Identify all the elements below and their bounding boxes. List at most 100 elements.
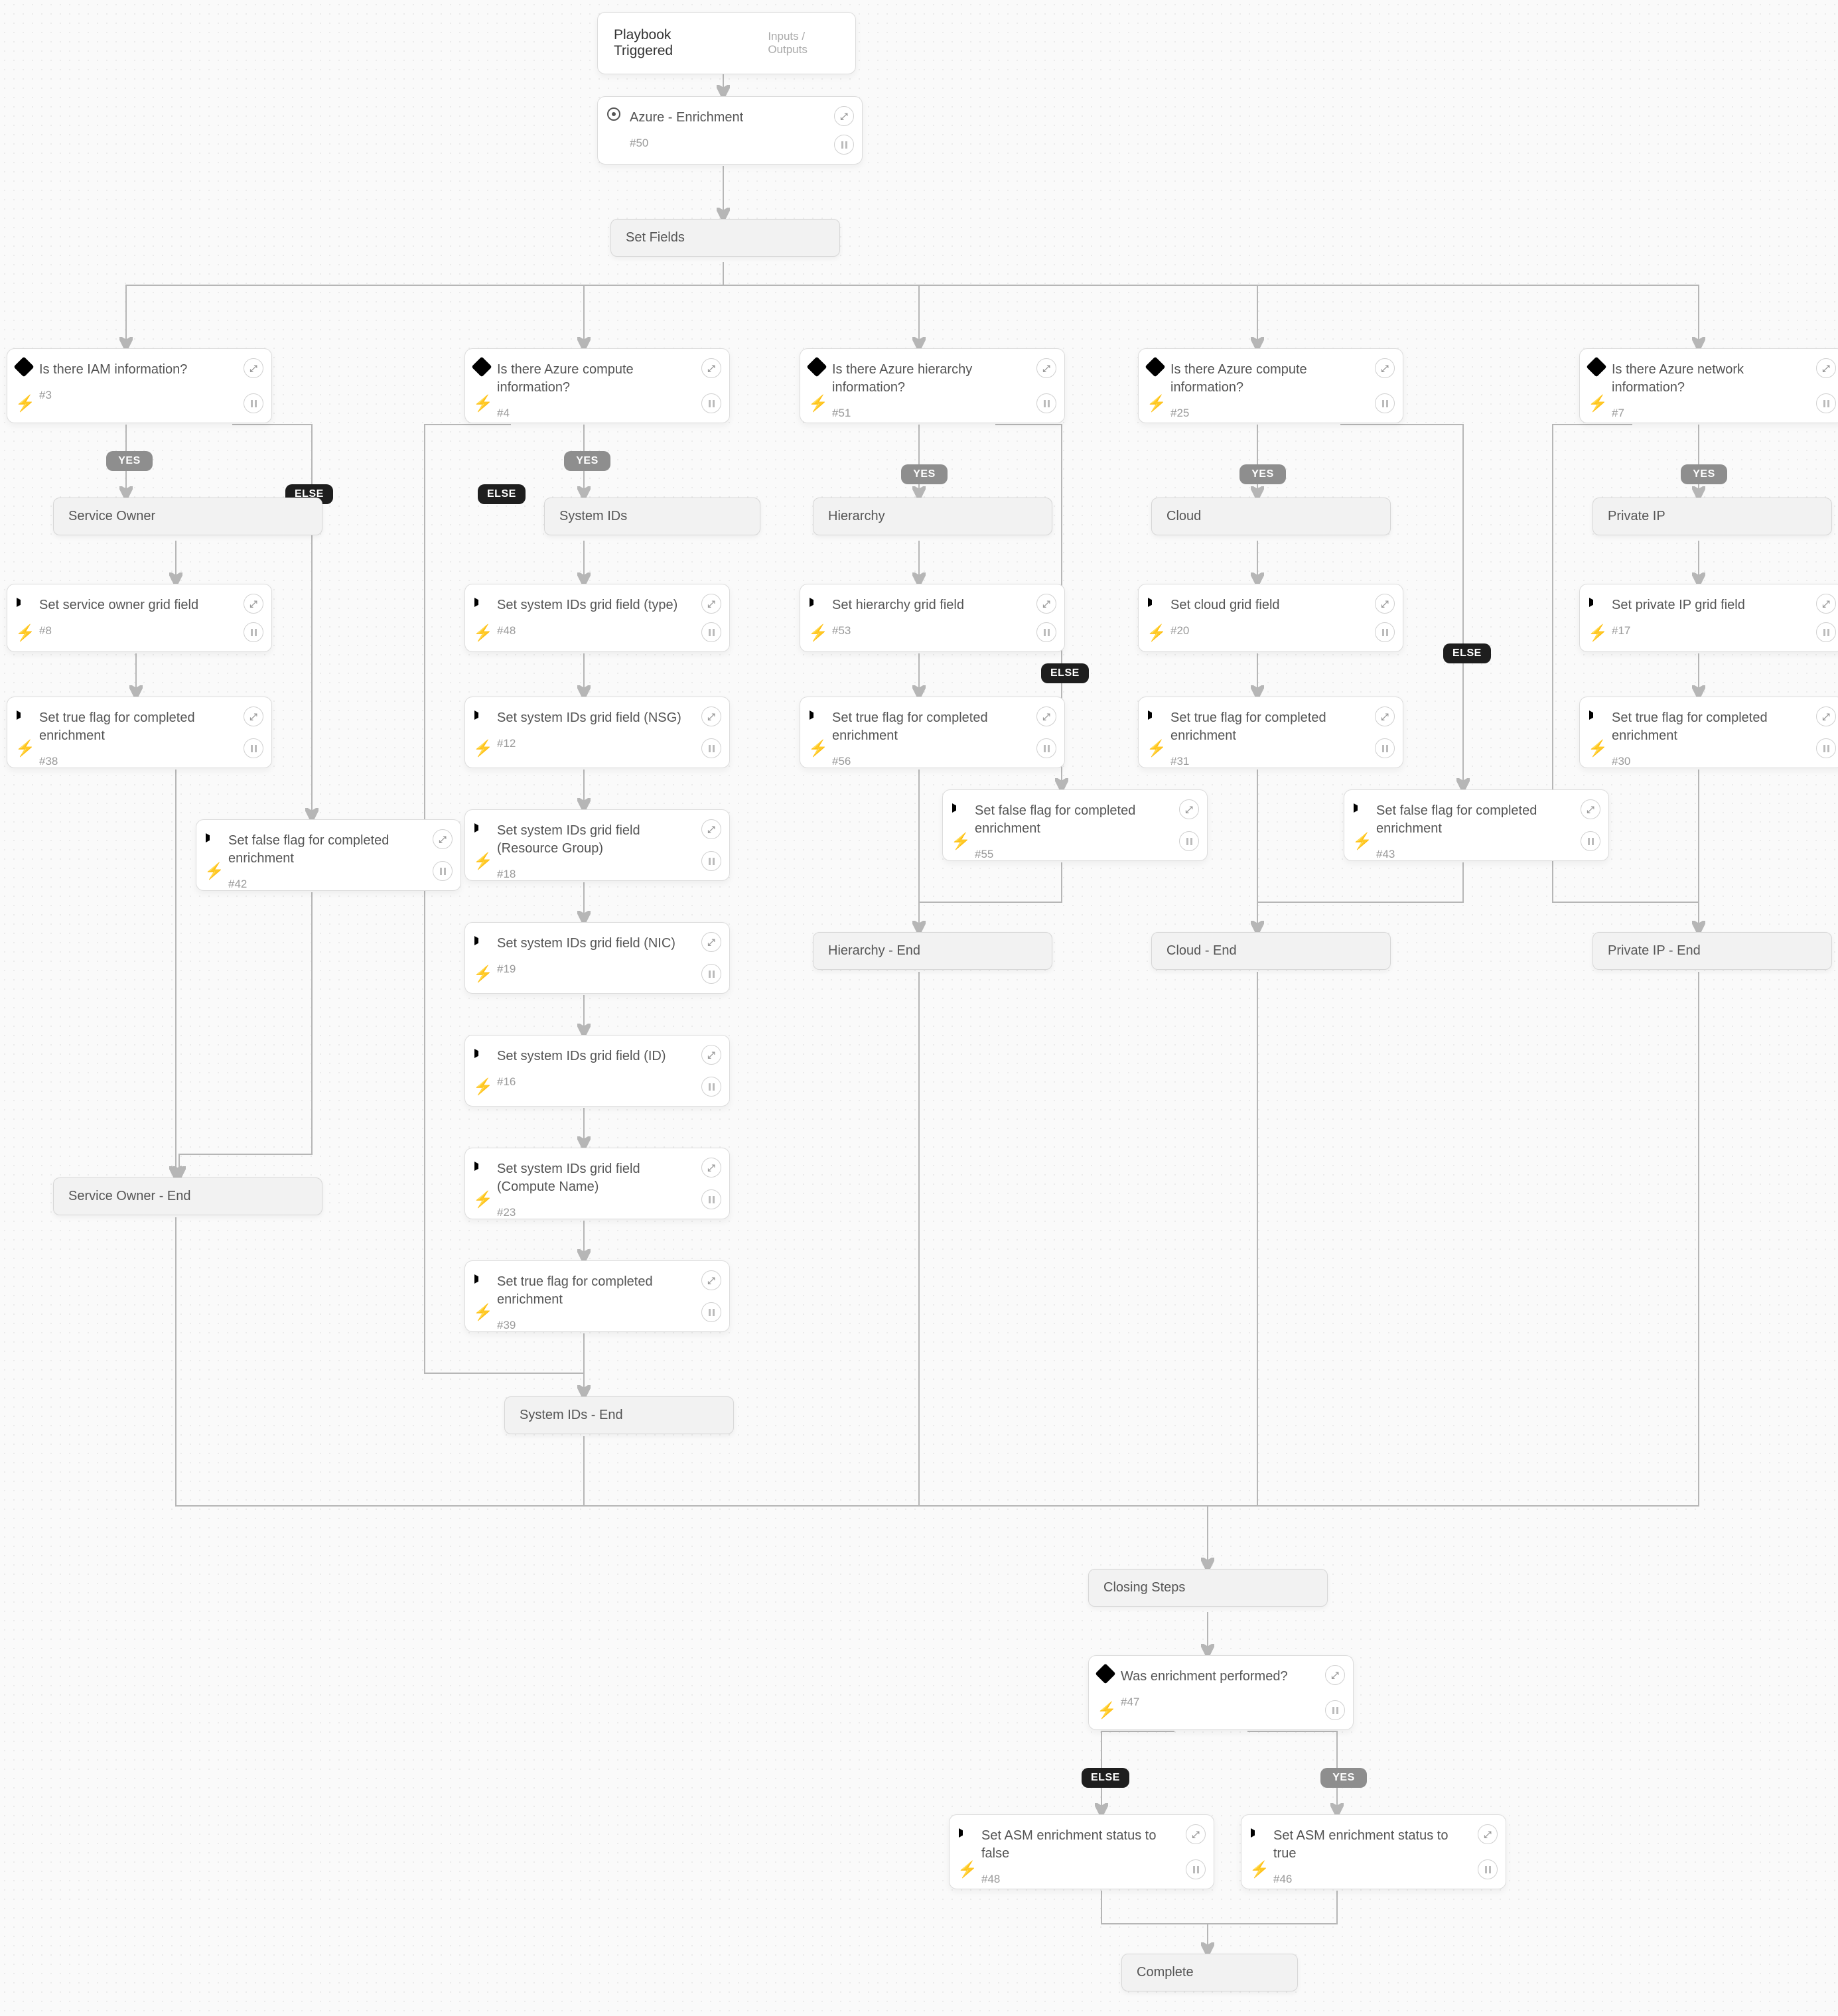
task-icon	[474, 1272, 489, 1286]
section-end-hierarchy[interactable]: Hierarchy - End	[813, 932, 1052, 970]
task-h-else[interactable]: Set false flag for completed enrichment …	[942, 789, 1208, 861]
pause-icon[interactable]	[1036, 393, 1056, 413]
expand-icon[interactable]: ⤢	[1478, 1824, 1498, 1844]
pause-icon[interactable]	[701, 1189, 721, 1209]
task-c2-0[interactable]: Set cloud grid field #20 ⤢	[1138, 584, 1403, 652]
expand-icon[interactable]: ⤢	[1375, 706, 1395, 726]
pause-icon[interactable]	[244, 393, 263, 413]
expand-icon[interactable]: ⤢	[1186, 1824, 1206, 1844]
expand-icon[interactable]: ⤢	[1816, 706, 1836, 726]
task-h-1[interactable]: Set true flag for completed enrichment #…	[800, 697, 1065, 768]
task-c1-1[interactable]: Set system IDs grid field (NSG) #12 ⤢	[464, 697, 730, 768]
pause-icon[interactable]	[1478, 1859, 1498, 1879]
pause-icon[interactable]	[1375, 622, 1395, 642]
task-iam-0[interactable]: Set service owner grid field #8 ⤢	[7, 584, 272, 652]
task-close-true[interactable]: Set ASM enrichment status to true #46 ⤢	[1241, 1814, 1506, 1889]
task-close-false[interactable]: Set ASM enrichment status to false #48 ⤢	[949, 1814, 1214, 1889]
section-private-ip[interactable]: Private IP	[1592, 498, 1832, 535]
expand-icon[interactable]: ⤢	[244, 706, 263, 726]
pause-icon[interactable]	[701, 964, 721, 984]
expand-icon[interactable]: ⤢	[1179, 799, 1199, 819]
bolt-icon	[474, 627, 488, 641]
expand-icon[interactable]: ⤢	[244, 358, 263, 378]
task-c1-3[interactable]: Set system IDs grid field (NIC) #19 ⤢	[464, 922, 730, 994]
task-c1-4[interactable]: Set system IDs grid field (ID) #16 ⤢	[464, 1035, 730, 1107]
trigger-card[interactable]: Playbook Triggered Inputs / Outputs	[597, 12, 856, 74]
pause-icon[interactable]	[701, 393, 721, 413]
cond-network[interactable]: Is there Azure network information? #7 ⤢	[1579, 348, 1838, 423]
pause-icon[interactable]	[701, 851, 721, 871]
bolt-icon	[474, 1306, 488, 1321]
task-c1-2[interactable]: Set system IDs grid field (Resource Grou…	[464, 809, 730, 881]
expand-icon[interactable]: ⤢	[701, 706, 721, 726]
task-c2-else[interactable]: Set false flag for completed enrichment …	[1344, 789, 1609, 861]
pause-icon[interactable]	[834, 135, 854, 155]
expand-icon[interactable]: ⤢	[1036, 594, 1056, 614]
pause-icon[interactable]	[244, 622, 263, 642]
expand-icon[interactable]: ⤢	[701, 358, 721, 378]
section-hierarchy[interactable]: Hierarchy	[813, 498, 1052, 535]
cond-hierarchy[interactable]: Is there Azure hierarchy information? #5…	[800, 348, 1065, 423]
expand-icon[interactable]: ⤢	[1816, 594, 1836, 614]
pause-icon[interactable]	[1325, 1700, 1345, 1720]
cond-closing[interactable]: Was enrichment performed? #47 ⤢	[1088, 1655, 1354, 1730]
expand-icon[interactable]: ⤢	[701, 819, 721, 839]
expand-icon[interactable]: ⤢	[1375, 358, 1395, 378]
expand-icon[interactable]: ⤢	[1325, 1665, 1345, 1685]
task-h-0[interactable]: Set hierarchy grid field #53 ⤢	[800, 584, 1065, 652]
cond-compute2[interactable]: Is there Azure compute information? #25 …	[1138, 348, 1403, 423]
pause-icon[interactable]	[1375, 738, 1395, 758]
task-n-0[interactable]: Set private IP grid field #17 ⤢	[1579, 584, 1838, 652]
pause-icon[interactable]	[701, 1302, 721, 1322]
section-service-owner[interactable]: Service Owner	[53, 498, 322, 535]
section-cloud[interactable]: Cloud	[1151, 498, 1391, 535]
pause-icon[interactable]	[1581, 831, 1600, 851]
section-end-cloud[interactable]: Cloud - End	[1151, 932, 1391, 970]
expand-icon[interactable]: ⤢	[701, 932, 721, 952]
pause-icon[interactable]	[433, 861, 453, 881]
section-end-service-owner[interactable]: Service Owner - End	[53, 1177, 322, 1215]
expand-icon[interactable]: ⤢	[834, 106, 854, 126]
expand-icon[interactable]: ⤢	[1036, 706, 1056, 726]
expand-icon[interactable]: ⤢	[1816, 358, 1836, 378]
expand-icon[interactable]: ⤢	[701, 1158, 721, 1177]
task-c2-1[interactable]: Set true flag for completed enrichment #…	[1138, 697, 1403, 768]
task-c1-5[interactable]: Set system IDs grid field (Compute Name)…	[464, 1148, 730, 1219]
expand-icon[interactable]: ⤢	[244, 594, 263, 614]
pause-icon[interactable]	[244, 738, 263, 758]
cond-iam[interactable]: Is there IAM information? #3 ⤢	[7, 348, 272, 423]
section-system-ids[interactable]: System IDs	[544, 498, 760, 535]
pause-icon[interactable]	[1816, 738, 1836, 758]
task-title: Set ASM enrichment status to false	[981, 1827, 1174, 1863]
expand-icon[interactable]: ⤢	[1581, 799, 1600, 819]
expand-icon[interactable]: ⤢	[433, 829, 453, 849]
cond-compute1[interactable]: Is there Azure compute information? #4 ⤢	[464, 348, 730, 423]
pause-icon[interactable]	[1179, 831, 1199, 851]
section-complete[interactable]: Complete	[1121, 1954, 1298, 1991]
task-n-1[interactable]: Set true flag for completed enrichment #…	[1579, 697, 1838, 768]
expand-icon[interactable]: ⤢	[701, 1045, 721, 1065]
pause-icon[interactable]	[1186, 1859, 1206, 1879]
pause-icon[interactable]	[701, 1077, 721, 1097]
expand-icon[interactable]: ⤢	[701, 594, 721, 614]
pause-icon[interactable]	[1375, 393, 1395, 413]
task-id: #3	[39, 388, 232, 403]
task-c1-6[interactable]: Set true flag for completed enrichment #…	[464, 1260, 730, 1332]
expand-icon[interactable]: ⤢	[1375, 594, 1395, 614]
pause-icon[interactable]	[1036, 622, 1056, 642]
pause-icon[interactable]	[1816, 622, 1836, 642]
section-set-fields[interactable]: Set Fields	[610, 219, 840, 257]
section-end-private-ip[interactable]: Private IP - End	[1592, 932, 1832, 970]
pause-icon[interactable]	[1036, 738, 1056, 758]
task-c1-0[interactable]: Set system IDs grid field (type) #48 ⤢	[464, 584, 730, 652]
section-end-system-ids[interactable]: System IDs - End	[504, 1396, 734, 1434]
task-iam-else[interactable]: Set false flag for completed enrichment …	[196, 819, 461, 891]
pause-icon[interactable]	[701, 622, 721, 642]
pause-icon[interactable]	[1816, 393, 1836, 413]
task-azure-enrichment[interactable]: Azure - Enrichment #50 ⤢	[597, 96, 863, 165]
pause-icon[interactable]	[701, 738, 721, 758]
expand-icon[interactable]: ⤢	[701, 1270, 721, 1290]
section-closing[interactable]: Closing Steps	[1088, 1569, 1328, 1607]
task-iam-1[interactable]: Set true flag for completed enrichment #…	[7, 697, 272, 768]
expand-icon[interactable]: ⤢	[1036, 358, 1056, 378]
